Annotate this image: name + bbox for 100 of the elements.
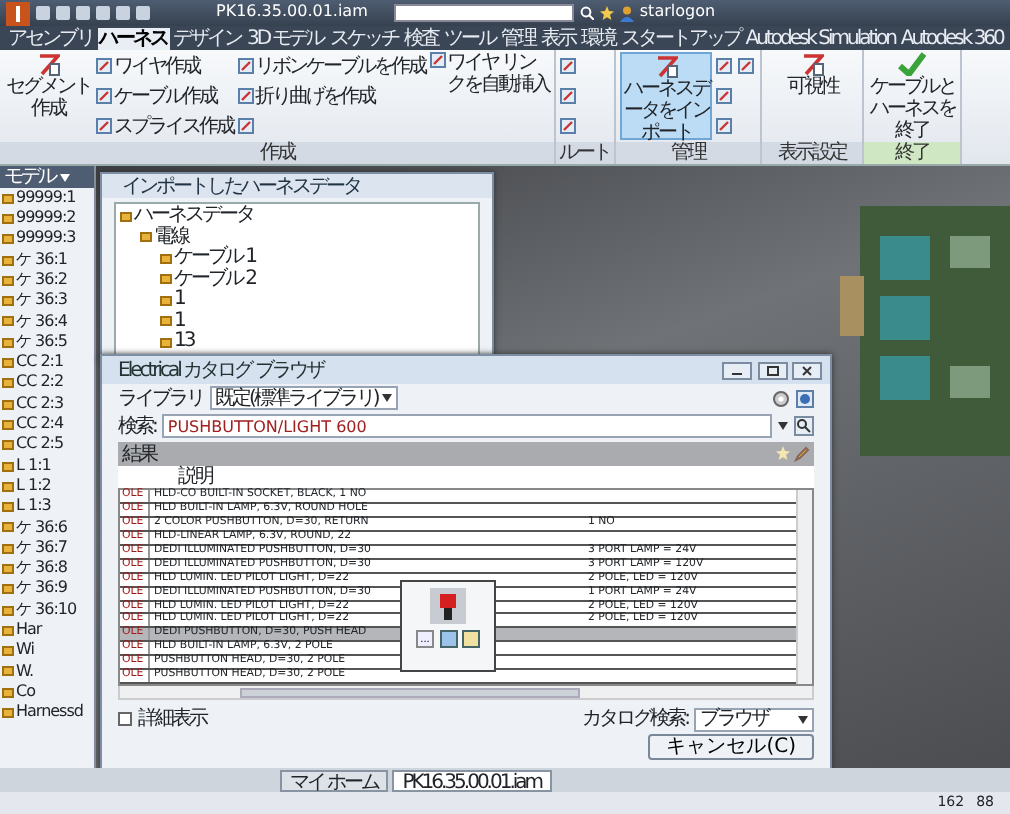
menu-tab[interactable]: ハーネス — [97, 27, 169, 49]
scrollbar[interactable] — [796, 490, 812, 684]
tree-item[interactable]: Wi — [0, 641, 94, 662]
app-logo-icon[interactable] — [6, 1, 30, 25]
menu-tab[interactable]: 管理 — [498, 27, 537, 49]
menu-tab[interactable]: Autodesk Simulation — [743, 27, 897, 49]
column-header: 説明 — [178, 466, 212, 488]
tool-icon[interactable] — [738, 57, 756, 75]
tree-item[interactable]: ケ 36:8 — [0, 558, 94, 580]
help-icon[interactable] — [796, 389, 814, 407]
tree-item[interactable]: ケ 36:3 — [0, 290, 94, 312]
tool-icon[interactable] — [559, 87, 577, 105]
search-field[interactable] — [393, 4, 574, 22]
tree-item[interactable]: L 1:3 — [0, 496, 94, 518]
scrollbar[interactable] — [118, 686, 814, 700]
tree-item[interactable]: Co — [0, 682, 94, 703]
tool-icon[interactable] — [237, 117, 255, 135]
tree-item[interactable]: 1 — [160, 290, 184, 310]
panel-title: インポートしたハーネスデータ — [122, 175, 360, 197]
tree-item[interactable]: ハーネスデータ — [120, 206, 253, 226]
menu-tab[interactable]: 環境 — [578, 27, 617, 49]
caret-icon — [381, 394, 392, 402]
menu-tab[interactable]: アセンブリ — [6, 27, 95, 49]
tree-item[interactable]: ケーブル 1 — [160, 248, 256, 268]
tree-item[interactable]: ケ 36:9 — [0, 579, 94, 600]
tree-item[interactable]: ケ 36:6 — [0, 517, 94, 539]
checkbox-label: 詳細表示 — [138, 708, 206, 730]
field-label: ライブラリ — [118, 387, 203, 409]
pencil-icon[interactable] — [794, 446, 810, 462]
tree-item[interactable]: 99999:1 — [0, 188, 94, 209]
document-tab[interactable]: PK16.35.00.01.iam — [392, 769, 552, 791]
dialog-title: Electrical カタログ ブラウザ — [118, 359, 323, 381]
search-icon[interactable] — [794, 416, 814, 436]
tree-item[interactable]: ケーブル 2 — [160, 269, 256, 289]
ribbon-button[interactable]: 可視性 — [766, 52, 858, 140]
ribbon-button[interactable]: リボンケーブルを作成 — [237, 55, 425, 77]
star-icon[interactable] — [599, 6, 614, 20]
tree-item[interactable]: 99999:3 — [0, 229, 94, 250]
ribbon-button[interactable]: 折り曲げを作成 — [237, 85, 425, 107]
tree-item[interactable]: 13 — [160, 332, 194, 352]
menu-tab[interactable]: 表示 — [538, 27, 577, 49]
tree-item[interactable]: ケ 36:2 — [0, 270, 94, 291]
ribbon-button[interactable]: ハーネスデータをインポート — [620, 52, 712, 140]
tool-icon[interactable] — [559, 57, 577, 75]
tree-item[interactable]: L 1:1 — [0, 455, 94, 477]
menu-tab[interactable]: 3D モデル — [245, 27, 326, 49]
menu-tab[interactable]: スケッチ — [327, 27, 400, 49]
tree-item[interactable]: Har — [0, 620, 94, 642]
caret-icon[interactable] — [778, 422, 788, 430]
tree-item[interactable]: 電線 — [140, 227, 188, 247]
tree-item[interactable]: 1 — [160, 311, 184, 331]
caret-icon — [798, 715, 808, 723]
star-icon[interactable] — [775, 446, 789, 460]
minimize-icon[interactable] — [722, 361, 752, 379]
ribbon-group-label: 終了 — [864, 142, 960, 164]
library-dropdown[interactable]: 既定(標準ライブラリ) — [209, 386, 398, 410]
ribbon-button[interactable]: スプライス作成 — [96, 115, 233, 137]
ribbon-button[interactable]: ケーブル作成 — [96, 85, 233, 107]
tool-icon[interactable] — [716, 87, 734, 105]
menu-tab[interactable]: 検査 — [401, 27, 440, 49]
document-tab[interactable]: マイ ホーム — [280, 769, 389, 791]
settings-icon[interactable] — [772, 389, 790, 407]
menu-tab[interactable]: ツール — [441, 27, 497, 49]
tree-item[interactable]: L 1:2 — [0, 476, 94, 497]
user-name[interactable]: starlogon — [639, 4, 716, 22]
tree-item[interactable]: ケ 36:7 — [0, 538, 94, 559]
tree-item[interactable]: ケ 36:5 — [0, 332, 94, 353]
tree-item[interactable]: W. — [0, 661, 94, 683]
tree-item[interactable]: CC 2:2 — [0, 373, 94, 394]
tree-item[interactable]: CC 2:5 — [0, 435, 94, 456]
tool-icon[interactable] — [716, 117, 734, 135]
section-label: 結果 — [122, 443, 156, 465]
tree-item[interactable]: 99999:2 — [0, 208, 94, 230]
close-icon[interactable] — [792, 361, 822, 379]
tree-item[interactable]: ケ 36:10 — [0, 599, 94, 621]
tree-item[interactable]: CC 2:3 — [0, 393, 94, 415]
cancel-button[interactable]: キャンセル(C) — [648, 734, 814, 760]
checkbox[interactable] — [118, 712, 132, 726]
tree-item[interactable]: ケ 36:1 — [0, 249, 94, 271]
tool-icon[interactable] — [559, 117, 577, 135]
tree-item[interactable]: CC 2:1 — [0, 352, 94, 374]
window-title: PK16.35.00.01.iam — [216, 4, 368, 22]
finish-button[interactable]: ケーブルとハーネスを終了 — [868, 51, 956, 141]
tree-item[interactable]: Harnessd — [0, 702, 94, 724]
pushbutton-drawing — [430, 588, 466, 624]
catalog-dropdown[interactable]: ブラウザ — [694, 707, 814, 731]
ribbon-button[interactable]: セグメント作成 — [4, 52, 92, 140]
ribbon-button[interactable]: ワイヤ リンクを自動挿入 — [429, 52, 549, 96]
menu-tab[interactable]: スタートアップ — [618, 27, 742, 49]
tool-icon[interactable] — [716, 57, 734, 75]
maximize-icon[interactable] — [757, 361, 787, 379]
caret-icon[interactable] — [59, 173, 69, 181]
menu-tab[interactable]: Autodesk 360 — [898, 27, 1005, 49]
menu-tab[interactable]: デザイン — [171, 27, 243, 49]
ribbon-button[interactable]: ワイヤ作成 — [96, 55, 233, 77]
search-field[interactable]: PUSHBUTTON/LIGHT 600 — [161, 414, 772, 438]
field-label: 検索: — [118, 415, 156, 437]
ribbon-group-label: 管理 — [616, 142, 760, 164]
tree-item[interactable]: CC 2:4 — [0, 414, 94, 436]
tree-item[interactable]: ケ 36:4 — [0, 311, 94, 333]
